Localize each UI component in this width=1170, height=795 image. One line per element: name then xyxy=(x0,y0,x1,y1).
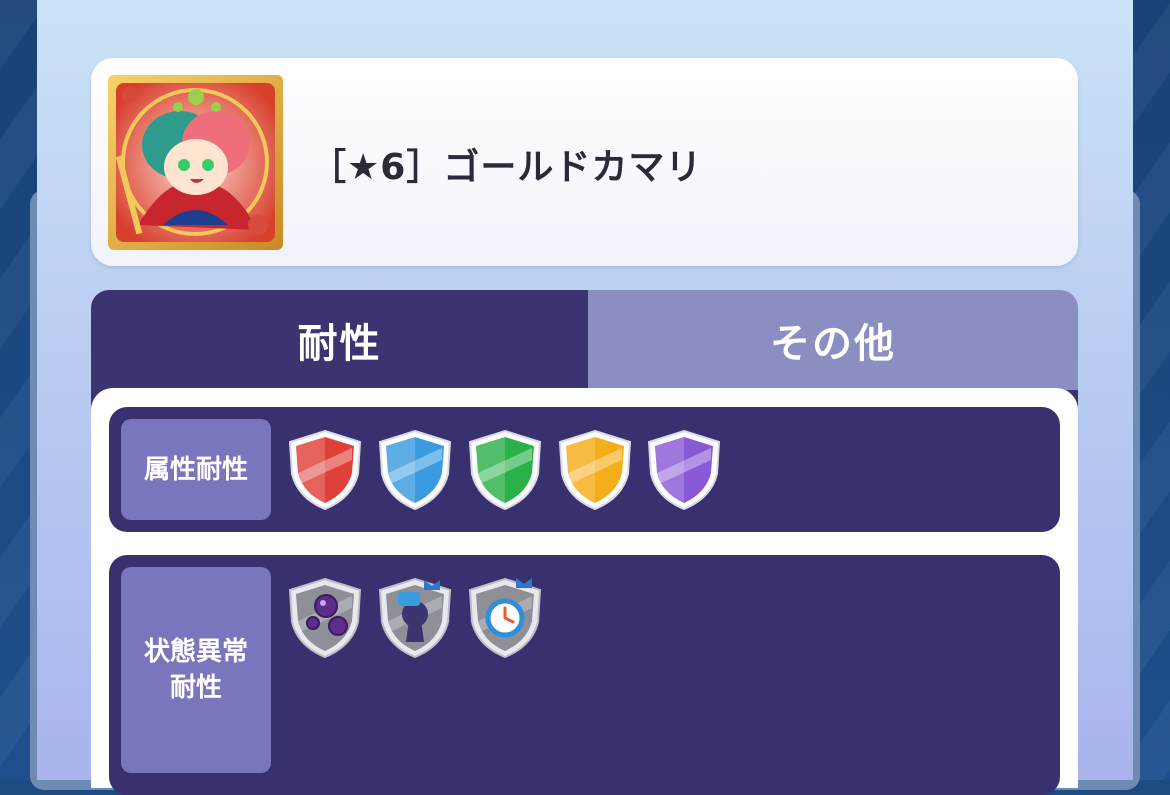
status-resistance-label: 状態異常 耐性 xyxy=(121,567,271,773)
red-attribute-shield-icon[interactable] xyxy=(286,428,364,512)
status-resistance-label-line2: 耐性 xyxy=(169,673,222,703)
blue-attribute-shield-icon[interactable] xyxy=(376,428,454,512)
poison-orbs-shield-icon[interactable] xyxy=(286,576,364,660)
tab-other[interactable]: その他 xyxy=(588,290,1078,390)
status-resistance-label-line1: 状態異常 xyxy=(143,637,248,667)
yellow-attribute-shield-icon[interactable] xyxy=(556,428,634,512)
character-portrait[interactable] xyxy=(108,75,283,250)
purple-attribute-shield-icon[interactable] xyxy=(645,428,723,512)
status-resistance-row: 状態異常 耐性 xyxy=(109,555,1060,795)
character-name: ［★6］ゴールドカマリ xyxy=(310,147,703,188)
lock-fist-shield-icon[interactable] xyxy=(376,576,454,660)
attribute-resistance-label: 属性耐性 xyxy=(121,419,271,520)
clock-shield-icon[interactable] xyxy=(466,576,544,660)
green-attribute-shield-icon[interactable] xyxy=(466,428,544,512)
tab-resistance[interactable]: 耐性 xyxy=(91,290,588,390)
